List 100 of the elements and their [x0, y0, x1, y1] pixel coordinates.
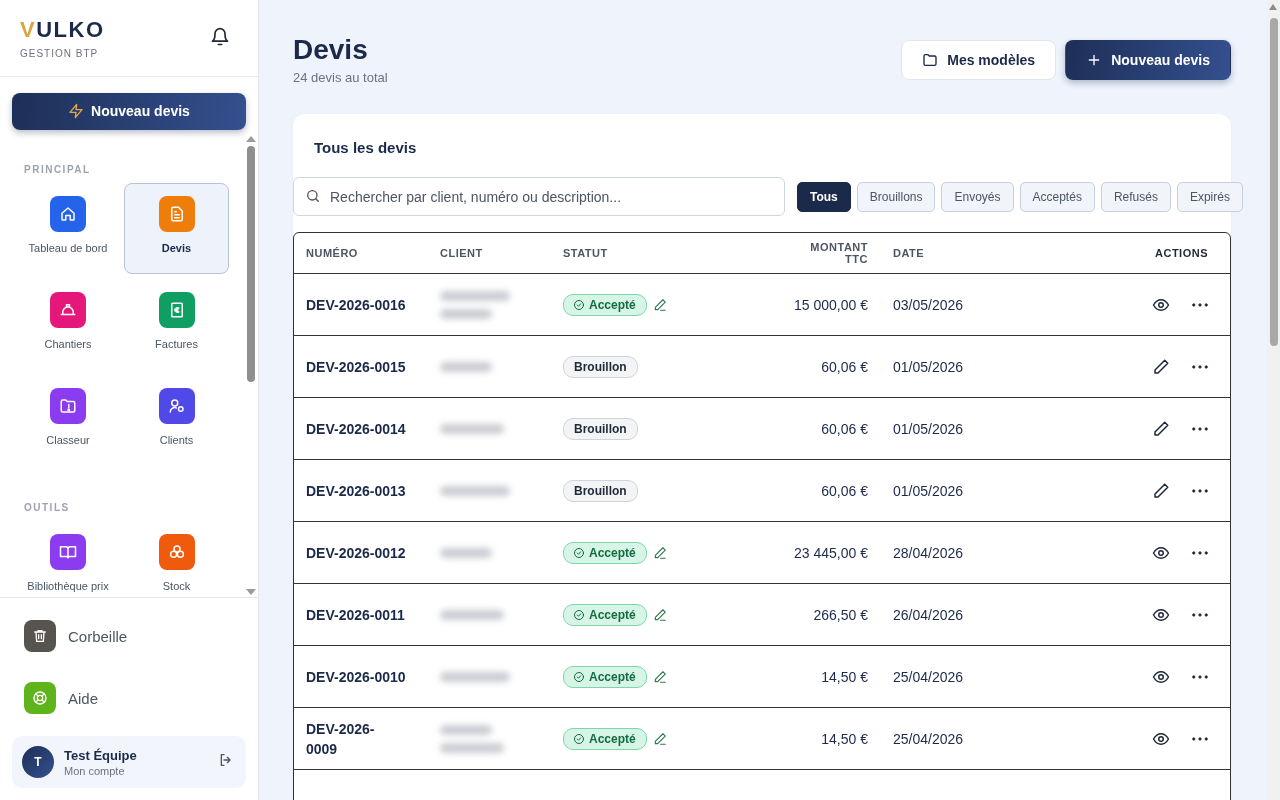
nav-item[interactable]: Aide [12, 678, 246, 718]
nav-label: Clients [159, 433, 194, 446]
more-icon[interactable] [1192, 427, 1208, 431]
table-row[interactable]: DEV-2026-0014 Brouillon 60,06 € 01/05/2026 [294, 398, 1230, 460]
more-icon[interactable] [1192, 489, 1208, 493]
table-cell: DEV-2026-0012 [306, 545, 406, 561]
status-badge: Brouillon [563, 418, 638, 440]
check-circle-icon [573, 609, 585, 621]
nav-item[interactable]: Tableau de bord [12, 183, 124, 274]
table-row[interactable]: DEV-2026-0016 Accepté 15 000,00 € 03/05/2026 [294, 274, 1230, 336]
table-cell: 01/05/2026 [893, 483, 964, 499]
nav-item[interactable]: Classeur [12, 375, 124, 466]
boxes-icon [167, 542, 186, 561]
search-field[interactable]: Rechercher par client, numéro ou description... [293, 177, 785, 216]
scrollbar[interactable] [1267, 0, 1280, 800]
filter-tab[interactable]: Acceptés [1019, 181, 1095, 212]
nav-item[interactable]: Chantiers [12, 279, 124, 370]
page-title: Devis [293, 34, 368, 66]
table-cell: 25/04/2026 [893, 731, 964, 747]
filter-tab[interactable]: Brouillons [856, 181, 936, 212]
nav-label: Tableau de bord [28, 241, 108, 254]
more-icon[interactable] [1192, 613, 1208, 617]
check-circle-icon [573, 547, 585, 559]
section-title: OUTILS [24, 502, 71, 513]
table-cell: 03/05/2026 [893, 297, 964, 313]
more-icon[interactable] [1192, 365, 1208, 369]
more-icon[interactable] [1192, 303, 1208, 307]
status-badge: Accepté [563, 666, 647, 688]
nav-item[interactable]: Bibliothèque prix [12, 521, 124, 597]
filter-tab[interactable]: Envoyés [941, 181, 1014, 212]
user-card[interactable]: T Test Équipe Mon compte [12, 736, 246, 788]
nav-item[interactable]: Corbeille [12, 616, 246, 656]
lightning-icon [68, 103, 85, 120]
user-subtitle: Mon compte [64, 764, 125, 777]
nav-label: Aide [68, 689, 99, 707]
table-cell: 14,50 € [821, 731, 868, 747]
templates-button[interactable]: Mes modèles [901, 40, 1057, 80]
table-cell: DEV-2026-0016 [306, 297, 406, 313]
table-row[interactable]: DEV-2026-0012 Accepté 23 445,00 € 28/04/2026 [294, 522, 1230, 584]
nav-item[interactable]: Devis [124, 183, 229, 274]
nav-item[interactable]: Stock [124, 521, 229, 597]
new-quote-button[interactable]: Nouveau devis [12, 92, 246, 130]
page-subtitle: 24 devis au total [293, 70, 388, 85]
nav-label: Factures [155, 337, 198, 350]
filter-tab[interactable]: Refusés [1100, 181, 1171, 212]
table-cell: 23 445,00 € [794, 545, 868, 561]
table-cell-text: DEV-2026-0009 [306, 720, 376, 759]
folder-icon [922, 52, 939, 68]
table-row[interactable]: DEV-2026-0015 Brouillon 60,06 € 01/05/2026 [294, 336, 1230, 398]
status-badge: Brouillon [563, 356, 638, 378]
table-cell: 01/05/2026 [893, 359, 964, 375]
column-header: ACTIONS [1155, 247, 1208, 259]
nav-label: Stock [162, 579, 191, 592]
nav-item[interactable]: Factures [124, 279, 229, 370]
bell-icon [210, 26, 230, 47]
table-cell: DEV-2026-0013 [306, 483, 406, 499]
table-cell: 15 000,00 € [794, 297, 868, 313]
logo: VULKO [20, 18, 105, 41]
user-name: Test Équipe [64, 747, 137, 763]
table-cell: DEV-2026-0014 [306, 421, 406, 437]
table-cell: 01/05/2026 [893, 421, 964, 437]
table-cell: 266,50 € [813, 607, 868, 623]
trash-icon [32, 628, 48, 644]
status-badge: Accepté [563, 728, 647, 750]
table-row[interactable]: DEV-2026-0011 Accepté 266,50 € 26/04/2026 [294, 584, 1230, 646]
status-badge: Accepté [563, 294, 647, 316]
more-icon[interactable] [1192, 737, 1208, 741]
filter-tab[interactable]: Tous [797, 181, 851, 212]
search-icon [305, 188, 321, 204]
table-row[interactable]: DEV-2026-0013 Brouillon 60,06 € 01/05/2026 [294, 460, 1230, 522]
house-icon [59, 204, 77, 223]
table-cell: 28/04/2026 [893, 545, 964, 561]
table-cell: 60,06 € [821, 483, 868, 499]
section-title: PRINCIPAL [24, 164, 92, 175]
table-cell: DEV-2026-0015 [306, 359, 406, 375]
card-title: Tous les devis [313, 138, 417, 153]
logo-tagline: GESTION BTP [20, 47, 99, 59]
status-badge: Accepté [563, 542, 647, 564]
column-header: CLIENT [440, 247, 483, 259]
nav-label: Classeur [46, 433, 90, 446]
more-icon[interactable] [1192, 551, 1208, 555]
user-gear-icon [167, 396, 186, 415]
table-row[interactable]: DEV-2026-0010 Accepté 14,50 € 25/04/2026 [294, 646, 1230, 708]
avatar: T [22, 746, 54, 778]
more-icon[interactable] [1192, 675, 1208, 679]
nav-label: Bibliothèque prix [27, 579, 109, 592]
folder-icon [59, 396, 77, 415]
column-header: MONTANT TTC [809, 241, 868, 265]
table-cell: 60,06 € [821, 421, 868, 437]
nav-item[interactable]: Clients [124, 375, 229, 466]
filter-tab[interactable]: Expirés [1176, 181, 1243, 212]
check-circle-icon [573, 299, 585, 311]
table-row[interactable]: DEV-2026-0009 Accepté 14,50 € 25/04/2026 [294, 708, 1230, 770]
new-quote-button[interactable]: Nouveau devis [1065, 40, 1231, 80]
status-badge: Brouillon [563, 480, 638, 502]
table-cell: 25/04/2026 [893, 669, 964, 685]
column-header: NUMÉRO [306, 247, 358, 259]
status-badge: Accepté [563, 604, 647, 626]
column-header: STATUT [563, 247, 608, 259]
check-circle-icon [573, 733, 585, 745]
